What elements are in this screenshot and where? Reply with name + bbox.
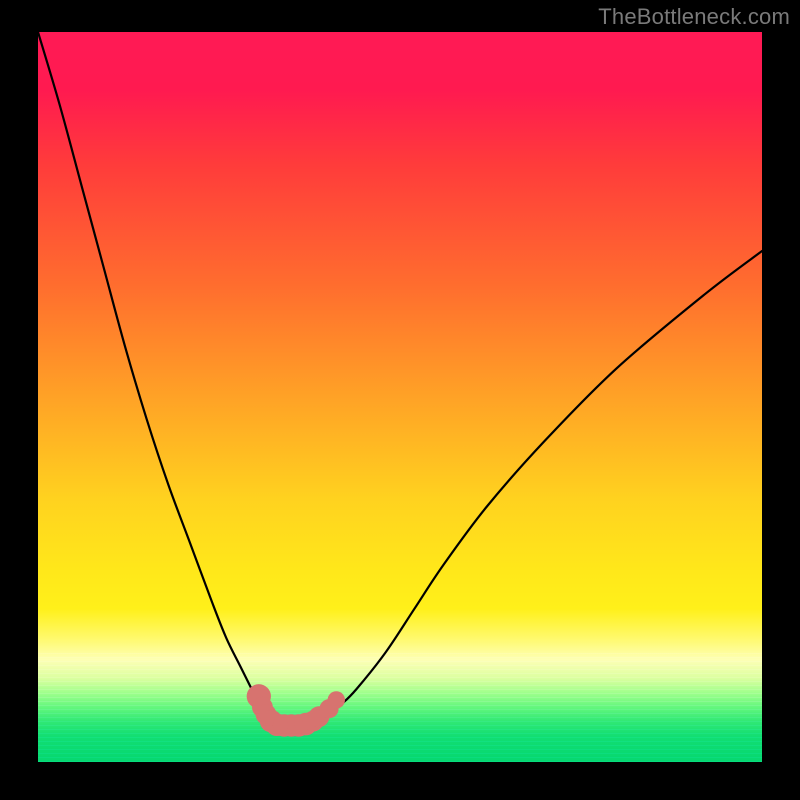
bottleneck-curve <box>38 32 762 726</box>
markers-group <box>247 684 345 737</box>
plot-area <box>38 32 762 762</box>
curve-svg <box>38 32 762 762</box>
chart-frame: TheBottleneck.com <box>0 0 800 800</box>
marker-dot <box>328 691 345 708</box>
watermark-text: TheBottleneck.com <box>598 4 790 30</box>
